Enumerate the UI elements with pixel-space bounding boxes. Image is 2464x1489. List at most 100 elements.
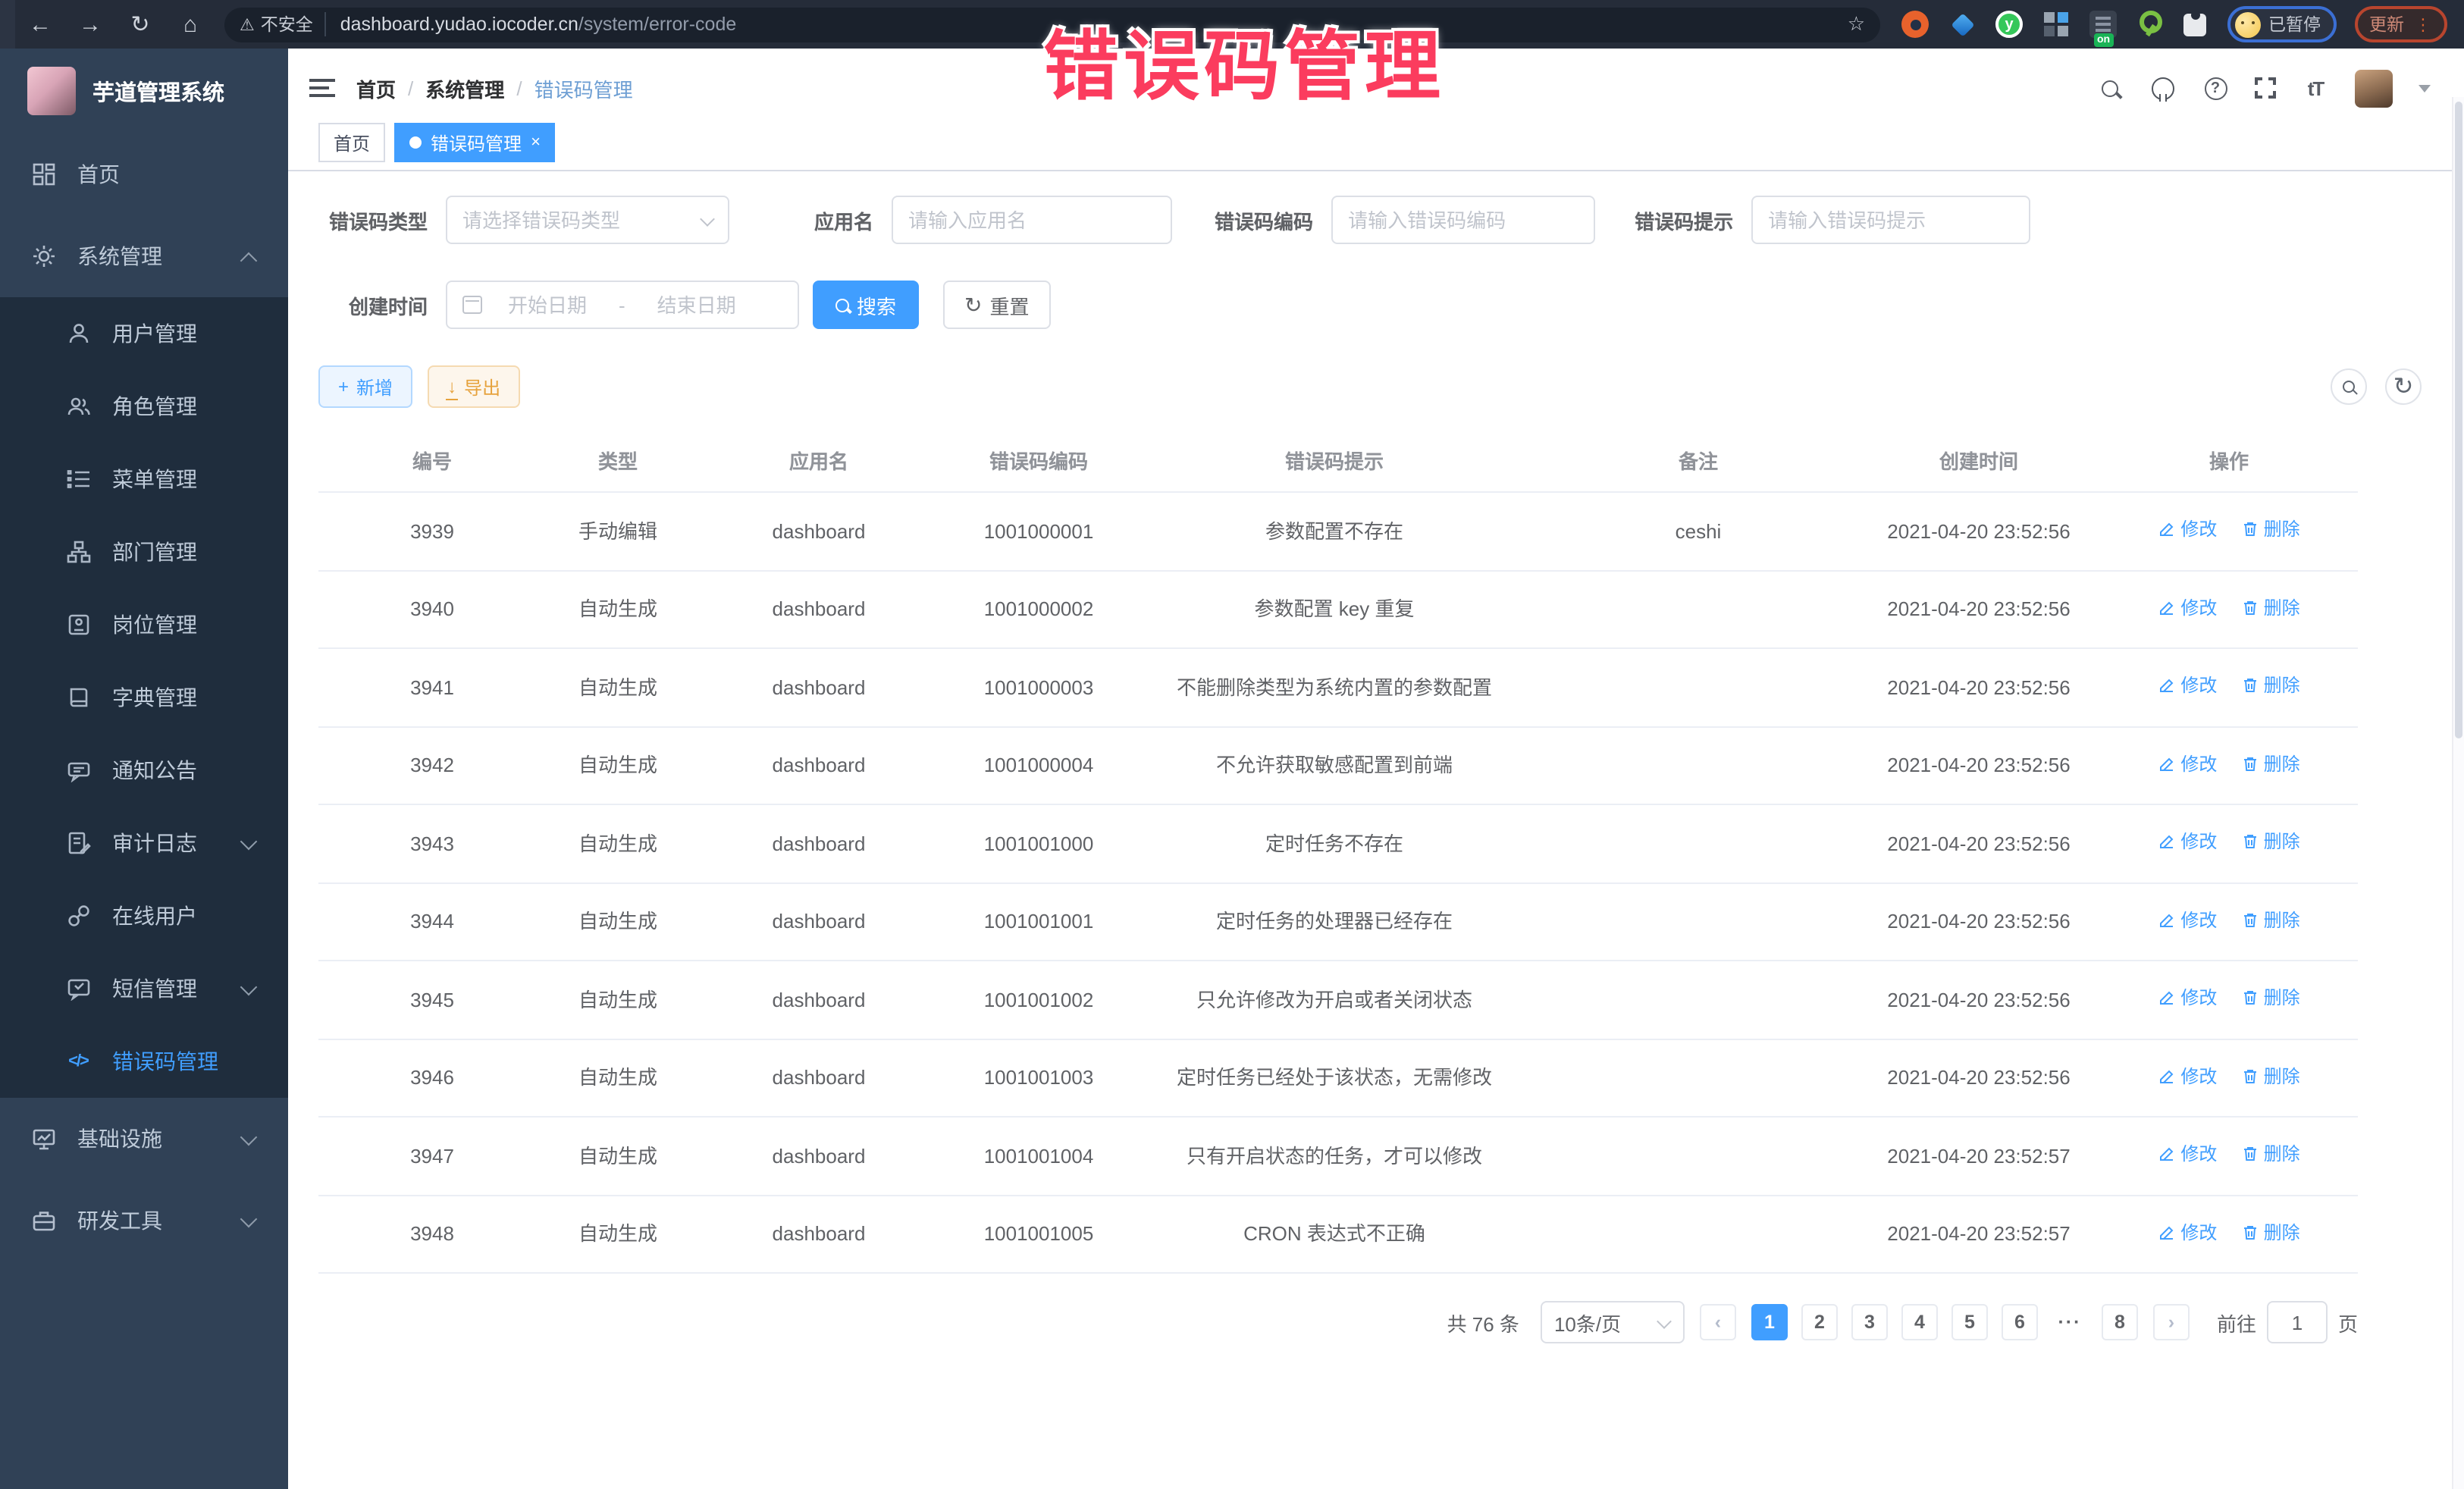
page-button-8[interactable]: 8 xyxy=(2102,1304,2138,1340)
sidebar-item-online-user[interactable]: 在线用户 xyxy=(0,879,288,952)
end-date-input[interactable] xyxy=(644,293,750,316)
breadcrumb-home[interactable]: 首页 xyxy=(356,74,396,102)
delete-link[interactable]: 删除 xyxy=(2241,906,2300,933)
cell-type: 手动编辑 xyxy=(546,494,690,569)
date-range-picker[interactable]: - xyxy=(446,281,799,329)
sidebar-item-menu[interactable]: 菜单管理 xyxy=(0,443,288,516)
start-date-input[interactable] xyxy=(494,293,600,316)
sidebar-item-user[interactable]: 用户管理 xyxy=(0,297,288,370)
search-button[interactable]: 搜索 xyxy=(813,281,919,329)
forward-icon[interactable]: → xyxy=(65,11,115,37)
bookmark-star-icon[interactable]: ☆ xyxy=(1848,12,1865,36)
cell-msg: 只有开启状态的任务，才可以修改 xyxy=(1130,1118,1539,1193)
delete-link[interactable]: 删除 xyxy=(2241,984,2300,1011)
error-msg-input[interactable] xyxy=(1768,208,2014,231)
error-code-input-wrap[interactable] xyxy=(1331,196,1595,244)
sidebar-item-dept[interactable]: 部门管理 xyxy=(0,516,288,588)
breadcrumb-system[interactable]: 系统管理 xyxy=(425,74,504,102)
export-button[interactable]: ↓ 导出 xyxy=(428,365,520,408)
browser-update-button[interactable]: 更新 ⋮ xyxy=(2354,6,2447,42)
add-button[interactable]: + 新增 xyxy=(318,365,412,408)
extension-grid-icon[interactable] xyxy=(2042,11,2070,38)
edit-link[interactable]: 修改 xyxy=(2158,672,2217,699)
edit-link[interactable]: 修改 xyxy=(2158,594,2217,621)
browser-profile-chip[interactable]: 已暂停 xyxy=(2227,6,2336,42)
sidebar-item-audit-log[interactable]: 审计日志 xyxy=(0,807,288,879)
edit-link[interactable]: 修改 xyxy=(2158,516,2217,543)
help-icon[interactable]: ? xyxy=(2202,74,2229,102)
goto-page-input[interactable] xyxy=(2267,1301,2328,1343)
back-icon[interactable]: ← xyxy=(15,11,65,37)
edit-link[interactable]: 修改 xyxy=(2158,750,2217,777)
sidebar-item-role[interactable]: 角色管理 xyxy=(0,370,288,443)
sidebar-item-system[interactable]: 系统管理 xyxy=(0,215,288,297)
refresh-table-button[interactable]: ↻ xyxy=(2385,368,2422,405)
tab-error-code[interactable]: 错误码管理 × xyxy=(394,123,556,162)
delete-link[interactable]: 删除 xyxy=(2241,1218,2300,1246)
delete-link[interactable]: 删除 xyxy=(2241,594,2300,621)
extensions-puzzle-icon[interactable] xyxy=(2183,13,2206,36)
extension-y-icon[interactable]: y xyxy=(1995,11,2023,38)
error-msg-input-wrap[interactable] xyxy=(1751,196,2030,244)
github-icon[interactable] xyxy=(2149,74,2176,102)
page-size-select[interactable]: 10条/页 xyxy=(1541,1301,1685,1343)
user-avatar[interactable] xyxy=(2355,69,2393,107)
reset-button[interactable]: ↻ 重置 xyxy=(943,281,1051,329)
not-secure-label[interactable]: 不安全 xyxy=(261,12,327,36)
home-icon[interactable]: ⌂ xyxy=(165,11,215,37)
cell-id: 3939 xyxy=(318,494,546,569)
extension-key-icon[interactable] xyxy=(2136,11,2164,38)
error-type-select[interactable] xyxy=(446,196,729,244)
sidebar-item-notice[interactable]: 通知公告 xyxy=(0,734,288,807)
app-logo-row[interactable]: 芋道管理系统 xyxy=(0,49,288,133)
prev-page-button[interactable]: ‹ xyxy=(1700,1304,1736,1340)
sidebar-item-sms[interactable]: 短信管理 xyxy=(0,952,288,1025)
toggle-search-button[interactable] xyxy=(2331,368,2367,405)
sidebar-item-dict[interactable]: 字典管理 xyxy=(0,661,288,734)
delete-link[interactable]: 删除 xyxy=(2241,672,2300,699)
delete-link[interactable]: 删除 xyxy=(2241,1140,2300,1168)
scrollbar-thumb[interactable] xyxy=(2455,102,2462,738)
page-button-5[interactable]: 5 xyxy=(1951,1304,1988,1340)
close-tab-icon[interactable]: × xyxy=(531,133,541,152)
extension-orange-icon[interactable] xyxy=(1901,11,1929,38)
reload-icon[interactable]: ↻ xyxy=(115,11,165,38)
page-button-3[interactable]: 3 xyxy=(1851,1304,1888,1340)
sidebar-item-home[interactable]: 首页 xyxy=(0,133,288,215)
browser-menu-icon[interactable]: ⋮ xyxy=(2415,14,2431,34)
edit-link[interactable]: 修改 xyxy=(2158,906,2217,933)
collapse-sidebar-icon[interactable] xyxy=(309,78,335,98)
user-menu-caret-icon[interactable] xyxy=(2419,84,2431,92)
page-button-6[interactable]: 6 xyxy=(2002,1304,2038,1340)
edit-link[interactable]: 修改 xyxy=(2158,828,2217,855)
fullscreen-icon[interactable] xyxy=(2255,77,2276,99)
edit-link[interactable]: 修改 xyxy=(2158,984,2217,1011)
sidebar-item-devtools[interactable]: 研发工具 xyxy=(0,1180,288,1262)
sidebar-item-error-code[interactable]: </>错误码管理 xyxy=(0,1025,288,1098)
delete-link[interactable]: 删除 xyxy=(2241,1062,2300,1089)
search-icon[interactable] xyxy=(2096,74,2123,102)
delete-link[interactable]: 删除 xyxy=(2241,750,2300,777)
delete-link[interactable]: 删除 xyxy=(2241,828,2300,855)
cell-type: 自动生成 xyxy=(546,650,690,725)
address-bar[interactable]: ⚠ 不安全 dashboard.yudao.iocoder.cn/system/… xyxy=(224,7,1880,42)
delete-link[interactable]: 删除 xyxy=(2241,516,2300,543)
sidebar-item-infra[interactable]: 基础设施 xyxy=(0,1098,288,1180)
tab-home[interactable]: 首页 xyxy=(318,123,385,162)
edit-link[interactable]: 修改 xyxy=(2158,1140,2217,1168)
sidebar-item-post[interactable]: 岗位管理 xyxy=(0,588,288,661)
app-name-input[interactable] xyxy=(908,208,1155,231)
extension-gem-icon[interactable] xyxy=(1948,11,1976,38)
page-ellipsis[interactable]: ··· xyxy=(2052,1304,2088,1340)
app-name-input-wrap[interactable] xyxy=(892,196,1172,244)
error-code-input[interactable] xyxy=(1348,208,1578,231)
page-button-4[interactable]: 4 xyxy=(1901,1304,1938,1340)
edit-link[interactable]: 修改 xyxy=(2158,1062,2217,1089)
font-size-icon[interactable]: tT xyxy=(2302,74,2329,102)
next-page-button[interactable]: › xyxy=(2153,1304,2190,1340)
extension-onepassword-icon[interactable]: on xyxy=(2089,11,2117,38)
page-button-1[interactable]: 1 xyxy=(1751,1304,1788,1340)
page-scrollbar[interactable] xyxy=(2452,97,2464,1489)
edit-link[interactable]: 修改 xyxy=(2158,1218,2217,1246)
page-button-2[interactable]: 2 xyxy=(1801,1304,1838,1340)
